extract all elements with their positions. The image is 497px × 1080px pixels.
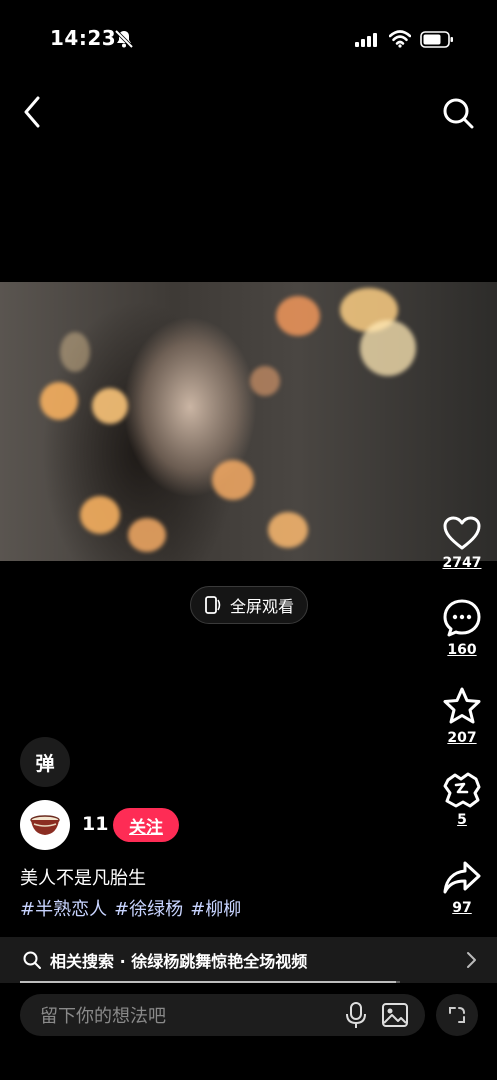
hashtag-link[interactable]: #半熟恋人	[20, 895, 107, 921]
share-arrow-icon	[443, 861, 481, 894]
favorite-button[interactable]: 207	[436, 686, 488, 746]
favorite-count: 207	[447, 730, 477, 746]
battery-icon	[420, 31, 453, 48]
author-avatar[interactable]	[20, 800, 70, 850]
danmaku-toggle[interactable]: 弹	[20, 737, 70, 787]
fullscreen-label: 全屏观看	[229, 597, 294, 616]
follow-button[interactable]: 关注	[113, 808, 179, 842]
hashtag-link[interactable]: #柳柳	[190, 895, 241, 921]
playback-progress-fill	[20, 981, 397, 983]
comment-input-bar[interactable]: 留下你的想法吧	[20, 994, 425, 1036]
comment-count: 160	[447, 642, 477, 658]
rotate-phone-icon	[205, 596, 221, 614]
bowl-icon	[30, 815, 60, 835]
special-share-button[interactable]: 5	[436, 772, 488, 828]
star-icon	[443, 687, 481, 724]
search-icon[interactable]	[440, 95, 476, 131]
chevron-right-icon	[467, 952, 476, 968]
expand-button[interactable]	[436, 994, 478, 1036]
status-time: 14:23	[50, 26, 117, 50]
author-name[interactable]: 11	[82, 813, 108, 835]
related-search-bar[interactable]: 相关搜索 · 徐绿杨跳舞惊艳全场视频	[0, 937, 497, 983]
fullscreen-button[interactable]: 全屏观看	[190, 586, 308, 624]
follow-label: 关注	[129, 817, 163, 838]
like-button[interactable]: 2747	[436, 515, 488, 571]
wifi-icon	[389, 30, 411, 48]
share-button[interactable]: 97	[436, 860, 488, 916]
expand-icon	[449, 1007, 465, 1023]
image-icon[interactable]	[381, 1002, 409, 1028]
crumple-icon	[443, 772, 481, 808]
related-search-text: 相关搜索 · 徐绿杨跳舞惊艳全场视频	[50, 952, 308, 971]
search-icon	[23, 951, 41, 969]
comment-input[interactable]: 留下你的想法吧	[40, 1002, 331, 1028]
comment-button[interactable]: 160	[436, 598, 488, 658]
share-count: 97	[452, 900, 472, 916]
bell-slash-icon	[114, 29, 134, 49]
comment-bubble-icon	[443, 599, 481, 637]
heart-icon	[443, 516, 481, 550]
hashtag-link[interactable]: #徐绿杨	[114, 895, 183, 921]
hashtag-list: #半熟恋人 #徐绿杨 #柳柳	[20, 895, 241, 921]
like-count: 2747	[442, 555, 482, 571]
danmaku-label: 弹	[35, 752, 55, 775]
special-share-count: 5	[457, 812, 467, 828]
video-player[interactable]	[0, 282, 497, 561]
microphone-icon[interactable]	[345, 1001, 367, 1029]
cellular-signal-icon	[355, 33, 377, 47]
back-chevron-icon[interactable]	[18, 94, 48, 130]
video-caption: 美人不是凡胎生	[20, 868, 146, 889]
